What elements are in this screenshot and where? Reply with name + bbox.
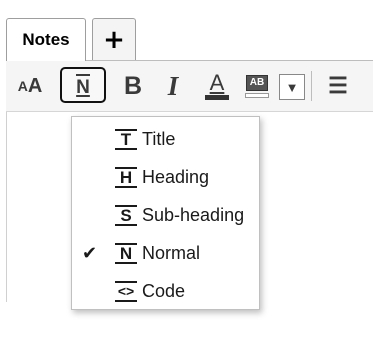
- title-style-icon: T: [114, 126, 138, 152]
- font-color-icon: A: [209, 70, 225, 95]
- menu-item-heading[interactable]: H Heading: [72, 159, 259, 195]
- bold-icon: B: [123, 71, 143, 100]
- tab-strip: Notes +: [6, 4, 373, 61]
- menu-item-label: Heading: [142, 166, 210, 187]
- text-style-button[interactable]: N: [60, 67, 106, 103]
- font-color-button[interactable]: A: [202, 69, 232, 103]
- highlight-swatch: [245, 92, 269, 98]
- italic-icon: I: [167, 70, 179, 101]
- checkmark-icon: ✔: [82, 242, 98, 264]
- menu-item-label: Code: [142, 280, 186, 301]
- menu-item-label: Normal: [142, 242, 201, 263]
- highlight-icon: AB: [245, 74, 269, 91]
- highlight-button[interactable]: AB: [242, 69, 272, 103]
- code-style-icon: <>: [114, 278, 138, 304]
- toolbar-divider: [311, 71, 312, 101]
- font-color-swatch: [205, 95, 229, 100]
- bullet-list-button[interactable]: ☰: [318, 69, 358, 103]
- menu-item-label: Title: [142, 128, 176, 149]
- italic-button[interactable]: I: [160, 69, 186, 103]
- bold-button[interactable]: B: [120, 69, 146, 103]
- text-style-menu: T Title H Heading S Sub-heading ✔ N Norm…: [71, 116, 260, 310]
- chevron-down-icon: ▼: [285, 79, 299, 95]
- sub-heading-style-icon: S: [114, 202, 138, 228]
- editor-left-border: [6, 112, 7, 302]
- normal-style-icon: N: [114, 240, 138, 266]
- font-size-big-icon: A: [27, 74, 43, 97]
- text-style-icon: N: [76, 73, 90, 97]
- add-tab-button[interactable]: +: [92, 18, 136, 60]
- font-size-small-icon: A: [17, 78, 28, 94]
- font-size-button[interactable]: AA: [10, 69, 50, 103]
- menu-item-title[interactable]: T Title: [72, 121, 259, 157]
- menu-item-code[interactable]: <> Code: [72, 273, 259, 309]
- menu-item-label: Sub-heading: [142, 204, 245, 225]
- menu-item-normal[interactable]: ✔ N Normal: [72, 235, 259, 271]
- heading-style-icon: H: [114, 164, 138, 190]
- highlight-dropdown-button[interactable]: ▼: [279, 74, 305, 100]
- notes-app: Notes + AA N B I A AB ▼ ☰ T Title H Head…: [0, 0, 373, 337]
- menu-item-sub-heading[interactable]: S Sub-heading: [72, 197, 259, 233]
- bullet-list-icon: ☰: [328, 73, 348, 98]
- formatting-toolbar: AA N B I A AB ▼ ☰: [6, 61, 373, 112]
- tab-notes[interactable]: Notes: [6, 18, 86, 61]
